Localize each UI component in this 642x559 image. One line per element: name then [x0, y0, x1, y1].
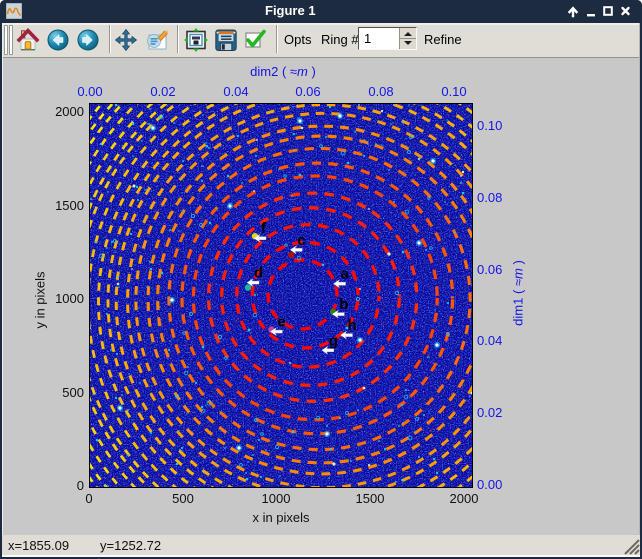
- svg-text:e: e: [277, 314, 285, 331]
- svg-text:d: d: [254, 265, 263, 282]
- svg-text:a: a: [341, 266, 350, 283]
- svg-text:b: b: [339, 296, 348, 313]
- svg-text:h: h: [348, 317, 357, 334]
- svg-text:c: c: [297, 232, 305, 249]
- svg-text:g: g: [329, 332, 338, 349]
